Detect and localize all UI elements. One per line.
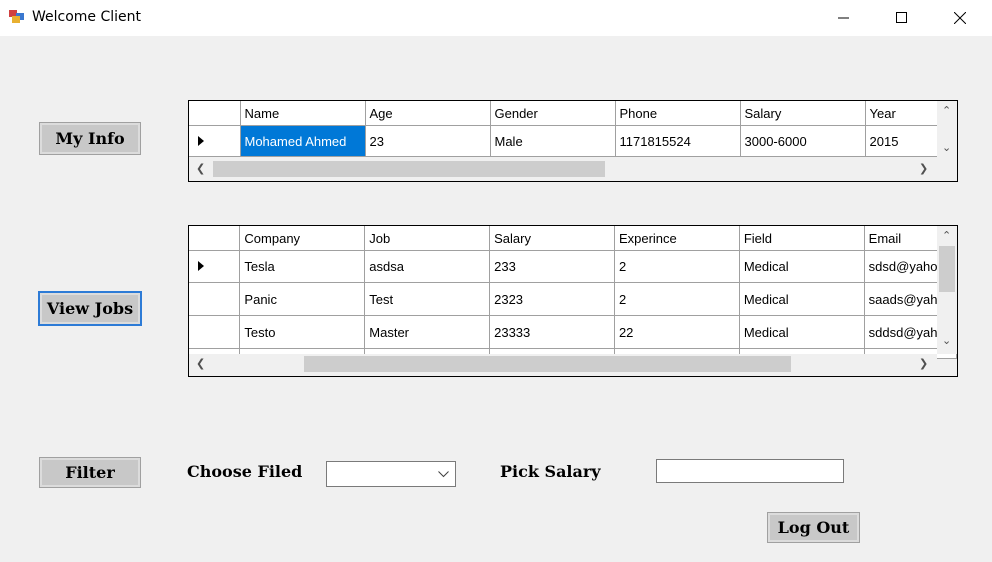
scroll-down-icon[interactable]: ⌄ bbox=[942, 141, 951, 154]
scroll-left-icon[interactable]: ❮ bbox=[196, 357, 205, 370]
column-header[interactable]: Gender bbox=[490, 101, 616, 126]
my-info-button[interactable]: My Info bbox=[39, 122, 141, 155]
table-cell[interactable]: asdsa bbox=[364, 250, 491, 283]
table-row[interactable]: Tesla asdsa 233 2 Medical sdsd@yahoo bbox=[189, 250, 957, 283]
row-header[interactable] bbox=[189, 125, 241, 157]
column-header[interactable]: Phone bbox=[615, 101, 741, 126]
maximize-icon bbox=[896, 12, 907, 23]
view-jobs-button[interactable]: View Jobs bbox=[38, 291, 142, 326]
info-vertical-scrollbar[interactable]: ⌃ ⌄ bbox=[937, 101, 957, 159]
column-header[interactable]: Experince bbox=[614, 226, 740, 251]
scroll-down-icon[interactable]: ⌄ bbox=[942, 334, 951, 347]
table-cell[interactable]: Mohamed Ahmed bbox=[240, 125, 366, 157]
window-title: Welcome Client bbox=[32, 9, 142, 25]
table-cell[interactable]: 2 bbox=[614, 250, 740, 283]
table-cell[interactable]: Medical bbox=[739, 282, 865, 316]
column-header[interactable]: Age bbox=[365, 101, 491, 126]
corner-cell bbox=[189, 101, 241, 126]
table-cell[interactable]: 2323 bbox=[489, 282, 615, 316]
table-cell[interactable]: 23333 bbox=[489, 315, 615, 349]
info-horizontal-scrollbar[interactable]: ❮ ❯ bbox=[189, 159, 937, 179]
row-header[interactable] bbox=[189, 282, 241, 316]
app-icon bbox=[9, 10, 24, 23]
row-header[interactable] bbox=[189, 250, 241, 283]
table-cell[interactable]: 23 bbox=[365, 125, 491, 157]
info-table: Name Age Gender Phone Salary Year Mohame… bbox=[189, 101, 946, 157]
table-cell[interactable]: Male bbox=[490, 125, 616, 157]
jobs-grid[interactable]: Company Job Salary Experince Field Email… bbox=[188, 225, 958, 377]
jobs-horizontal-scrollbar[interactable]: ❮ ❯ bbox=[189, 354, 937, 374]
table-cell[interactable]: Panic bbox=[239, 282, 366, 316]
salary-input[interactable] bbox=[656, 459, 844, 483]
table-cell[interactable]: 233 bbox=[489, 250, 615, 283]
column-header[interactable]: Name bbox=[240, 101, 366, 126]
table-cell[interactable]: Medical bbox=[739, 315, 865, 349]
close-icon bbox=[954, 12, 966, 24]
table-cell[interactable]: 3000-6000 bbox=[740, 125, 866, 157]
choose-field-label: Choose Filed bbox=[187, 462, 303, 481]
scroll-right-icon[interactable]: ❯ bbox=[919, 162, 928, 175]
filter-button[interactable]: Filter bbox=[39, 457, 141, 488]
scroll-thumb[interactable] bbox=[939, 246, 955, 292]
info-header-row: Name Age Gender Phone Salary Year bbox=[189, 101, 946, 126]
row-header[interactable] bbox=[189, 315, 241, 349]
column-header[interactable]: Salary bbox=[740, 101, 866, 126]
close-button[interactable] bbox=[931, 0, 989, 36]
info-grid[interactable]: Name Age Gender Phone Salary Year Mohame… bbox=[188, 100, 958, 182]
table-cell[interactable]: Medical bbox=[739, 250, 865, 283]
column-header[interactable]: Company bbox=[239, 226, 366, 251]
table-cell[interactable]: 1171815524 bbox=[615, 125, 741, 157]
jobs-header-row: Company Job Salary Experince Field Email bbox=[189, 226, 957, 251]
scroll-thumb[interactable] bbox=[213, 161, 605, 177]
title-bar: Welcome Client bbox=[0, 0, 992, 36]
table-row[interactable]: Mohamed Ahmed 23 Male 1171815524 3000-60… bbox=[189, 125, 946, 157]
column-header[interactable]: Salary bbox=[489, 226, 615, 251]
table-cell[interactable]: 2 bbox=[614, 282, 740, 316]
table-cell[interactable]: 22 bbox=[614, 315, 740, 349]
chevron-down-icon bbox=[438, 471, 449, 478]
table-cell[interactable]: Testo bbox=[239, 315, 366, 349]
current-row-icon bbox=[198, 135, 204, 146]
column-header[interactable]: Job bbox=[364, 226, 491, 251]
jobs-vertical-scrollbar[interactable]: ⌃ ⌄ bbox=[937, 226, 957, 354]
scroll-right-icon[interactable]: ❯ bbox=[919, 357, 928, 370]
current-row-icon bbox=[198, 261, 204, 271]
table-cell[interactable]: Master bbox=[364, 315, 491, 349]
jobs-table: Company Job Salary Experince Field Email… bbox=[189, 226, 957, 359]
log-out-button[interactable]: Log Out bbox=[767, 512, 860, 543]
minimize-button[interactable] bbox=[815, 0, 873, 36]
table-cell[interactable]: Test bbox=[364, 282, 491, 316]
table-cell[interactable]: Tesla bbox=[239, 250, 366, 283]
corner-cell bbox=[189, 226, 241, 251]
scroll-up-icon[interactable]: ⌃ bbox=[942, 229, 951, 242]
scroll-up-icon[interactable]: ⌃ bbox=[942, 104, 951, 117]
maximize-button[interactable] bbox=[873, 0, 931, 36]
column-header[interactable]: Year bbox=[865, 101, 946, 126]
scroll-left-icon[interactable]: ❮ bbox=[196, 162, 205, 175]
minimize-icon bbox=[838, 17, 849, 19]
table-row[interactable]: Testo Master 23333 22 Medical sddsd@yaho… bbox=[189, 315, 957, 349]
choose-field-dropdown[interactable] bbox=[326, 461, 456, 487]
scroll-thumb[interactable] bbox=[304, 356, 791, 372]
table-row[interactable]: Panic Test 2323 2 Medical saads@yahoo bbox=[189, 282, 957, 316]
pick-salary-label: Pick Salary bbox=[500, 462, 601, 481]
table-cell[interactable]: 2015 bbox=[865, 125, 946, 157]
column-header[interactable]: Field bbox=[739, 226, 865, 251]
